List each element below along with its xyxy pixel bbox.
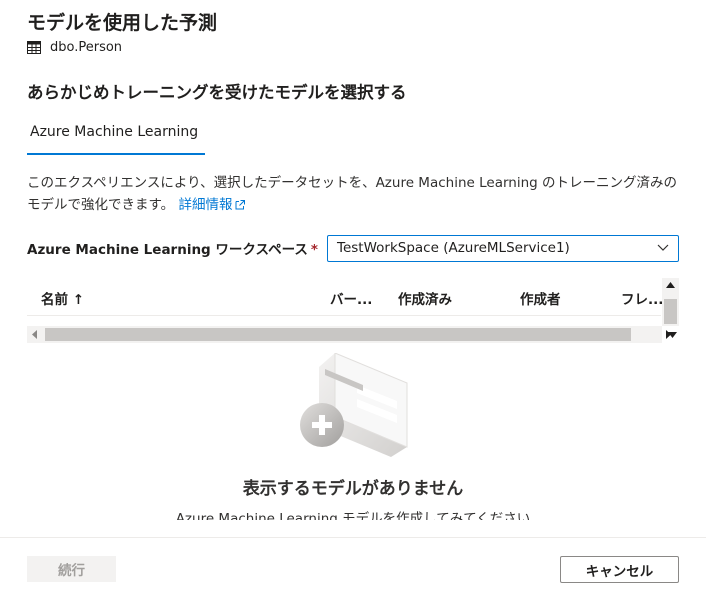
models-table: 名前 ↑ バー... 作成済み 作成者 フレ...	[27, 278, 679, 344]
column-header-created-by[interactable]: 作成者	[520, 288, 561, 308]
empty-state-title: 表示するモデルがありません	[242, 479, 464, 499]
scroll-left-icon[interactable]	[32, 330, 37, 339]
horizontal-scroll-thumb[interactable]	[45, 328, 631, 341]
learn-more-link[interactable]: 詳細情報	[178, 197, 246, 213]
continue-button[interactable]: 続行	[27, 556, 116, 582]
workspace-label: Azure Machine Learning ワークスペース *	[27, 242, 318, 258]
required-mark: *	[310, 242, 318, 258]
external-link-icon	[235, 200, 246, 210]
panel-title: モデルを使用した予測	[27, 12, 218, 34]
description-text: このエクスペリエンスにより、選択したデータセットを、Azure Machine …	[27, 175, 677, 213]
tab-selected-indicator	[27, 153, 205, 155]
vertical-scroll-thumb[interactable]	[664, 299, 677, 324]
column-header-version[interactable]: バー...	[330, 288, 372, 308]
table-header: 名前 ↑ バー... 作成済み 作成者 フレ...	[27, 278, 663, 316]
tab-label: Azure Machine Learning	[30, 124, 199, 140]
column-header-framework[interactable]: フレ...	[621, 288, 663, 308]
footer-divider	[0, 537, 706, 538]
source-table-name: dbo.Person	[50, 40, 123, 55]
workspace-selected-value: TestWorkSpace (AzureMLService1)	[337, 240, 570, 256]
cancel-button[interactable]: キャンセル	[560, 556, 679, 583]
column-header-created[interactable]: 作成済み	[398, 288, 452, 308]
section-heading: あらかじめトレーニングを受けたモデルを選択する	[27, 83, 407, 102]
table-icon	[27, 41, 41, 54]
horizontal-scrollbar[interactable]	[27, 326, 662, 343]
empty-state-subtitle: Azure Machine Learning モデルを作成してみてください	[175, 511, 531, 520]
column-header-name[interactable]: 名前 ↑	[41, 288, 84, 308]
source-table: dbo.Person	[27, 40, 122, 55]
empty-models-illustration-icon	[300, 353, 408, 457]
workspace-dropdown[interactable]: TestWorkSpace (AzureMLService1)	[327, 235, 679, 262]
tab-azure-machine-learning[interactable]: Azure Machine Learning	[27, 124, 205, 155]
scroll-down-icon[interactable]	[668, 330, 677, 339]
chevron-down-icon	[657, 244, 669, 251]
scroll-up-icon[interactable]	[666, 282, 675, 288]
description: このエクスペリエンスにより、選択したデータセットを、Azure Machine …	[27, 172, 677, 216]
vertical-scrollbar[interactable]	[662, 278, 679, 326]
